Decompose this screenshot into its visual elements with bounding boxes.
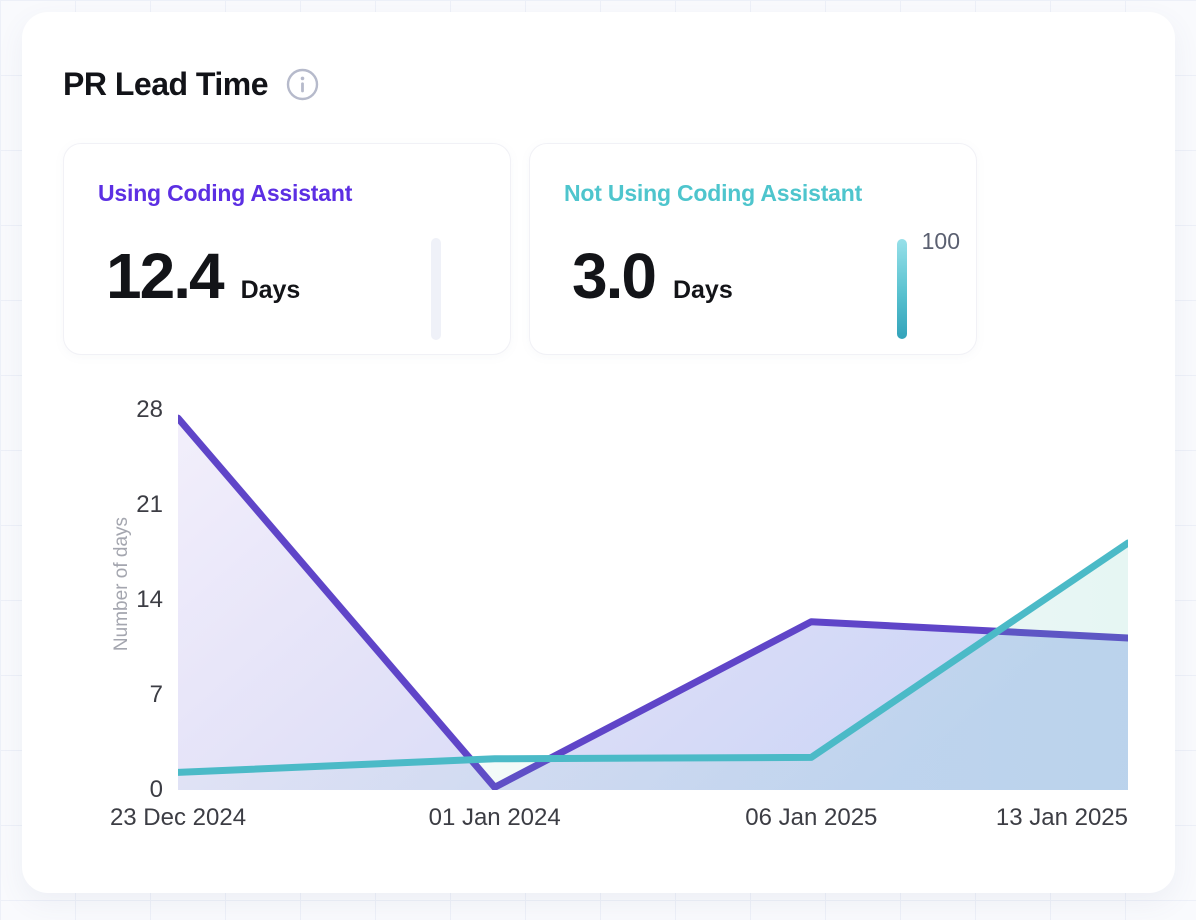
chart-plot[interactable] bbox=[178, 410, 1128, 790]
page-title: PR Lead Time bbox=[63, 64, 268, 104]
y-tick: 7 bbox=[43, 681, 163, 709]
stat-gauge-value: 100 bbox=[922, 228, 960, 255]
stat-card-not-using-assistant: Not Using Coding Assistant 3.0 Days 100 bbox=[529, 143, 977, 355]
y-tick: 14 bbox=[43, 586, 163, 614]
y-tick: 28 bbox=[43, 396, 163, 424]
stat-label: Using Coding Assistant bbox=[98, 180, 352, 207]
x-axis: 23 Dec 2024 01 Jan 2024 06 Jan 2025 13 J… bbox=[178, 804, 1128, 836]
stat-value: 3.0 bbox=[572, 240, 655, 312]
stat-gauge-filled bbox=[897, 239, 907, 339]
x-tick: 01 Jan 2024 bbox=[429, 804, 561, 832]
y-tick: 0 bbox=[43, 776, 163, 804]
stat-cards-row: Using Coding Assistant 12.4 Days Not Usi… bbox=[63, 143, 977, 355]
y-axis-title: Number of days bbox=[111, 504, 133, 664]
x-tick: 06 Jan 2025 bbox=[745, 804, 877, 832]
stat-gauge-empty bbox=[431, 238, 441, 340]
card-header: PR Lead Time bbox=[63, 64, 319, 104]
stat-card-using-assistant: Using Coding Assistant 12.4 Days bbox=[63, 143, 511, 355]
info-icon[interactable] bbox=[286, 68, 319, 101]
x-tick: 23 Dec 2024 bbox=[110, 804, 246, 832]
y-tick: 21 bbox=[43, 491, 163, 519]
stat-unit: Days bbox=[673, 276, 733, 305]
stat-value: 12.4 bbox=[106, 240, 223, 312]
x-tick: 13 Jan 2025 bbox=[996, 804, 1128, 832]
pr-lead-time-card: PR Lead Time Using Coding Assistant 12.4… bbox=[22, 12, 1175, 893]
stat-label: Not Using Coding Assistant bbox=[564, 180, 862, 207]
stat-unit: Days bbox=[241, 276, 301, 305]
